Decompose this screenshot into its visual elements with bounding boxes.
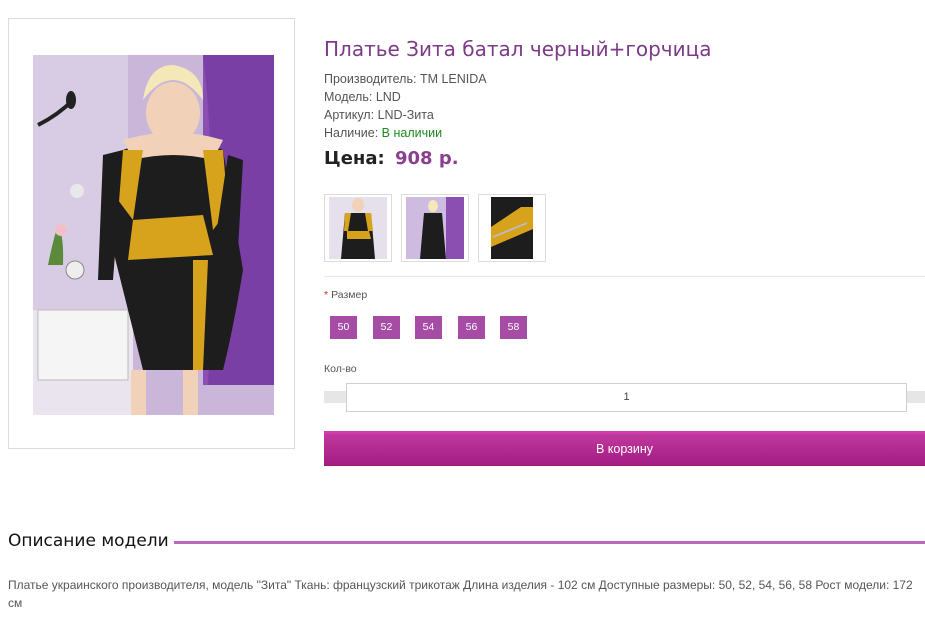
add-to-cart-button[interactable]: В корзину bbox=[324, 431, 925, 466]
price-label: Цена: bbox=[324, 148, 385, 169]
thumbnail-1[interactable] bbox=[324, 194, 392, 262]
size-option-label: * Размер bbox=[324, 289, 367, 301]
size-label-text: Размер bbox=[331, 289, 368, 301]
thumbnail-3[interactable] bbox=[478, 194, 546, 262]
product-photo bbox=[33, 55, 274, 415]
quantity-input[interactable]: 1 bbox=[346, 383, 907, 412]
model-label: Модель: bbox=[324, 90, 373, 104]
description-heading-rule bbox=[174, 541, 925, 544]
sku-label: Артикул: bbox=[324, 108, 375, 122]
options-divider bbox=[324, 276, 925, 277]
thumbnail-1-image bbox=[329, 197, 387, 259]
size-option-50[interactable]: 50 bbox=[330, 316, 357, 339]
product-title: Платье Зита батал черный+горчица bbox=[324, 37, 712, 61]
product-meta: Производитель: ТМ LENIDA Модель: LND Арт… bbox=[324, 70, 487, 142]
description-heading: Описание модели bbox=[8, 531, 169, 551]
required-mark: * bbox=[324, 289, 329, 301]
availability-row: Наличие: В наличии bbox=[324, 124, 487, 142]
description-text: Платье украинского производителя, модель… bbox=[8, 578, 913, 610]
price-value: 908 р. bbox=[394, 148, 459, 169]
manufacturer-value: ТМ LENIDA bbox=[419, 72, 487, 86]
model-value: LND bbox=[375, 90, 401, 104]
thumbnail-3-image bbox=[483, 197, 541, 259]
thumbnail-2[interactable] bbox=[401, 194, 469, 262]
sku-value: LND-Зита bbox=[377, 108, 434, 122]
price: Цена: 908 р. bbox=[324, 148, 459, 169]
manufacturer-row: Производитель: ТМ LENIDA bbox=[324, 70, 487, 88]
availability-value: В наличии bbox=[381, 126, 443, 140]
availability-label: Наличие: bbox=[324, 126, 379, 140]
sku-row: Артикул: LND-Зита bbox=[324, 106, 487, 124]
size-option-56[interactable]: 56 bbox=[458, 316, 485, 339]
quantity-label: Кол-во bbox=[324, 363, 357, 375]
model-row: Модель: LND bbox=[324, 88, 487, 106]
size-option-52[interactable]: 52 bbox=[373, 316, 400, 339]
thumbnail-2-image bbox=[406, 197, 464, 259]
size-option-54[interactable]: 54 bbox=[415, 316, 442, 339]
manufacturer-label: Производитель: bbox=[324, 72, 417, 86]
size-option-58[interactable]: 58 bbox=[500, 316, 527, 339]
main-product-image[interactable] bbox=[8, 18, 295, 449]
